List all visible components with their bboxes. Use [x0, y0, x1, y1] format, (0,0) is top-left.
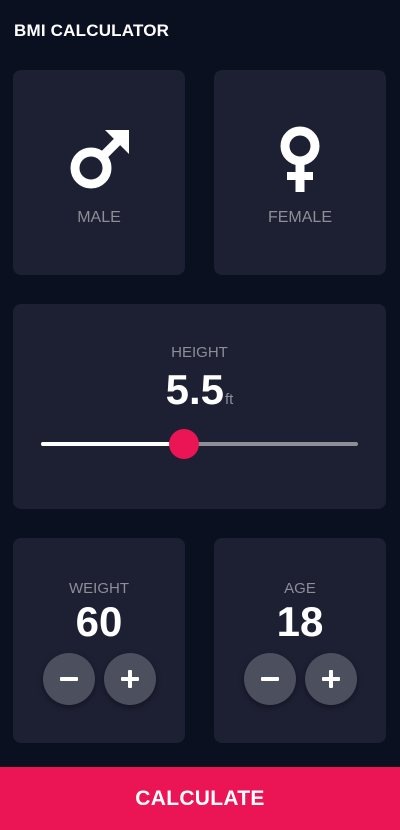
app-title: BMI CALCULATOR [14, 21, 170, 40]
age-decrement-button[interactable] [244, 653, 296, 705]
female-card[interactable]: FEMALE [214, 70, 386, 275]
weight-value: 60 [75, 598, 123, 645]
height-value: 5.5 [165, 366, 225, 413]
plus-icon [322, 670, 340, 688]
weight-decrement-button[interactable] [43, 653, 95, 705]
calculate-label: CALCULATE [135, 786, 265, 810]
age-increment-button[interactable] [305, 653, 357, 705]
female-label: FEMALE [267, 209, 332, 226]
age-label: AGE [284, 580, 316, 597]
plus-icon [121, 670, 139, 688]
height-card: HEIGHT 5.5ft [13, 304, 386, 509]
weight-increment-button[interactable] [104, 653, 156, 705]
male-symbol-icon [70, 130, 129, 189]
height-readout: 5.5ft [13, 366, 386, 414]
app-bar: BMI CALCULATOR [0, 0, 400, 60]
slider-active-track [41, 442, 184, 446]
calculate-button[interactable]: CALCULATE [0, 767, 400, 830]
weight-label: WEIGHT [69, 580, 129, 597]
male-label: MALE [77, 209, 121, 226]
minus-icon [261, 677, 279, 681]
age-value: 18 [276, 598, 324, 645]
male-card[interactable]: MALE [13, 70, 185, 275]
height-label: HEIGHT [171, 344, 228, 361]
height-slider[interactable] [41, 429, 358, 459]
weight-card: WEIGHT 60 [13, 538, 185, 743]
minus-icon [60, 677, 78, 681]
female-symbol-icon [280, 126, 320, 192]
age-card: AGE 18 [214, 538, 386, 743]
height-unit: ft [225, 391, 234, 408]
slider-thumb[interactable] [168, 429, 199, 459]
